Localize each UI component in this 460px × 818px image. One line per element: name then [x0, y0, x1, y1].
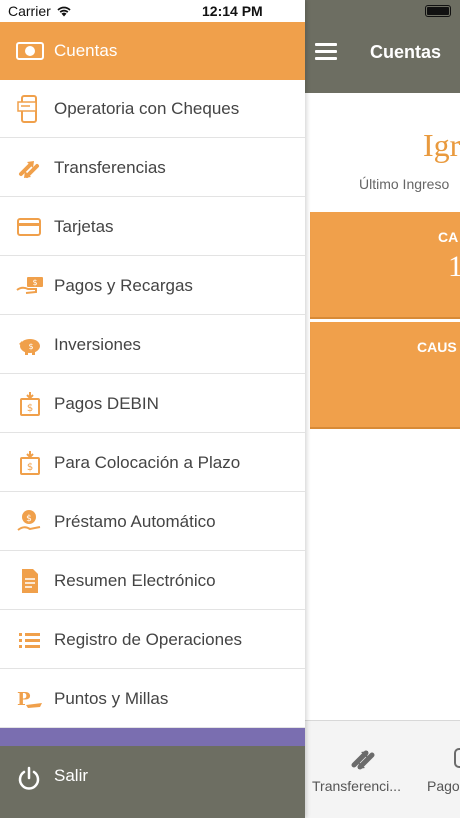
- list-icon: [19, 633, 40, 648]
- menu-label: Pagos y Recargas: [54, 276, 193, 295]
- menu-item-tarjetas[interactable]: Tarjetas: [0, 198, 305, 256]
- account-card[interactable]: CAUS: [310, 322, 460, 429]
- wifi-icon: [57, 6, 71, 17]
- document-icon: [22, 569, 38, 593]
- drawer-divider: [0, 728, 305, 746]
- points-icon: P: [17, 689, 42, 710]
- status-carrier-group: Carrier: [8, 3, 72, 19]
- account-card-label: CAUS: [417, 339, 457, 355]
- cash-icon: [16, 42, 44, 60]
- menu-label: Transferencias: [54, 158, 166, 177]
- card-icon: [17, 218, 41, 236]
- account-card-label: CA: [438, 229, 459, 245]
- power-icon: [18, 766, 40, 790]
- menu-label: Préstamo Automático: [54, 512, 216, 531]
- debin-icon: $: [20, 392, 40, 416]
- svg-text:$: $: [26, 514, 32, 524]
- main-screen: Cuentas Igr Último Ingreso CA 1 CAUS Tra…: [305, 0, 460, 818]
- menu-item-transferencias[interactable]: Transferencias: [0, 139, 305, 197]
- menu-item-puntos-millas[interactable]: P Puntos y Millas: [0, 670, 305, 728]
- menu-item-cheques[interactable]: Operatoria con Cheques: [0, 80, 305, 138]
- term-deposit-icon: $: [20, 451, 40, 475]
- transfer-icon: [19, 161, 39, 178]
- menu-label: Tarjetas: [54, 217, 114, 236]
- menu-label: Operatoria con Cheques: [54, 99, 240, 118]
- status-bar: Carrier 12:14 PM: [0, 0, 460, 22]
- transfer-icon[interactable]: [348, 743, 378, 773]
- brand-text: Igr: [423, 127, 460, 163]
- loan-icon: $: [17, 510, 41, 531]
- svg-text:$: $: [27, 403, 33, 414]
- payment-hand-icon: $: [16, 277, 43, 294]
- bottom-tab-bar: Transferenci... Pago: [305, 720, 460, 818]
- carrier-label: Carrier: [8, 3, 51, 19]
- status-time: 12:14 PM: [202, 3, 263, 19]
- menu-label: Puntos y Millas: [54, 689, 169, 708]
- account-card[interactable]: CA 1: [310, 212, 460, 319]
- menu-item-prestamo[interactable]: $ Préstamo Automático: [0, 493, 305, 551]
- menu-item-cuentas[interactable]: Cuentas: [0, 22, 305, 80]
- piggy-bank-icon: $: [19, 339, 40, 355]
- menu-label: Inversiones: [54, 335, 141, 354]
- logout-button[interactable]: Salir: [0, 746, 305, 818]
- logout-label: Salir: [54, 766, 89, 785]
- tab-transfers-label[interactable]: Transferenci...: [312, 778, 401, 794]
- menu-item-registro[interactable]: Registro de Operaciones: [0, 611, 305, 669]
- tab-payments-label[interactable]: Pago: [427, 778, 460, 794]
- check-phone-icon: [17, 95, 37, 123]
- menu-item-colocacion-plazo[interactable]: $ Para Colocación a Plazo: [0, 434, 305, 492]
- menu-label: Resumen Electrónico: [54, 571, 216, 590]
- svg-text:$: $: [32, 278, 37, 287]
- account-card-value: 1: [448, 250, 460, 283]
- payments-icon[interactable]: [453, 743, 460, 773]
- last-login-text: Último Ingreso: [359, 176, 450, 192]
- side-drawer: Cuentas Operatoria con Cheques Transfere…: [0, 0, 305, 818]
- svg-text:$: $: [28, 342, 33, 351]
- battery-icon: [425, 5, 451, 17]
- menu-label: Pagos DEBIN: [54, 394, 159, 413]
- hamburger-menu-icon[interactable]: [315, 43, 337, 60]
- menu-label: Registro de Operaciones: [54, 630, 243, 649]
- menu-label: Para Colocación a Plazo: [54, 453, 241, 472]
- menu-item-resumen[interactable]: Resumen Electrónico: [0, 552, 305, 610]
- menu-item-pagos-recargas[interactable]: $ Pagos y Recargas: [0, 257, 305, 315]
- main-title: Cuentas: [370, 42, 442, 62]
- menu-label: Cuentas: [54, 41, 118, 60]
- menu-item-pagos-debin[interactable]: $ Pagos DEBIN: [0, 375, 305, 433]
- svg-text:$: $: [27, 462, 33, 473]
- menu-item-inversiones[interactable]: $ Inversiones: [0, 316, 305, 374]
